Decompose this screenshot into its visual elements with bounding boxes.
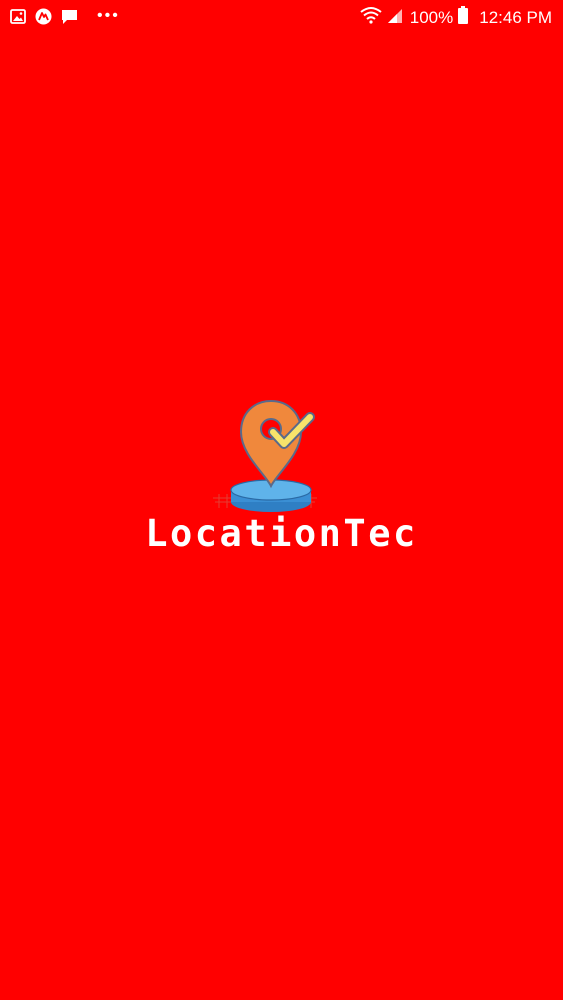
battery-icon bbox=[458, 6, 469, 30]
status-bar: ••• 100% 12:46 PM bbox=[0, 0, 563, 34]
app-notification-icon bbox=[35, 8, 52, 30]
clock: 12:46 PM bbox=[479, 8, 552, 27]
battery-percent: 100% bbox=[409, 8, 454, 27]
location-pin-check-icon bbox=[205, 398, 325, 516]
message-icon bbox=[61, 9, 78, 30]
splash-screen: ••• 100% 12:46 PM LocationTec bbox=[0, 0, 563, 1000]
wifi-icon bbox=[360, 6, 382, 30]
system-status: 100% 12:46 PM bbox=[360, 6, 552, 30]
more-dots-icon: ••• bbox=[97, 7, 120, 24]
signal-icon bbox=[387, 7, 403, 30]
notification-icons: ••• bbox=[10, 8, 120, 30]
app-name: LocationTec bbox=[145, 512, 418, 555]
splash-logo: LocationTec bbox=[0, 398, 563, 558]
gallery-icon bbox=[10, 9, 26, 29]
